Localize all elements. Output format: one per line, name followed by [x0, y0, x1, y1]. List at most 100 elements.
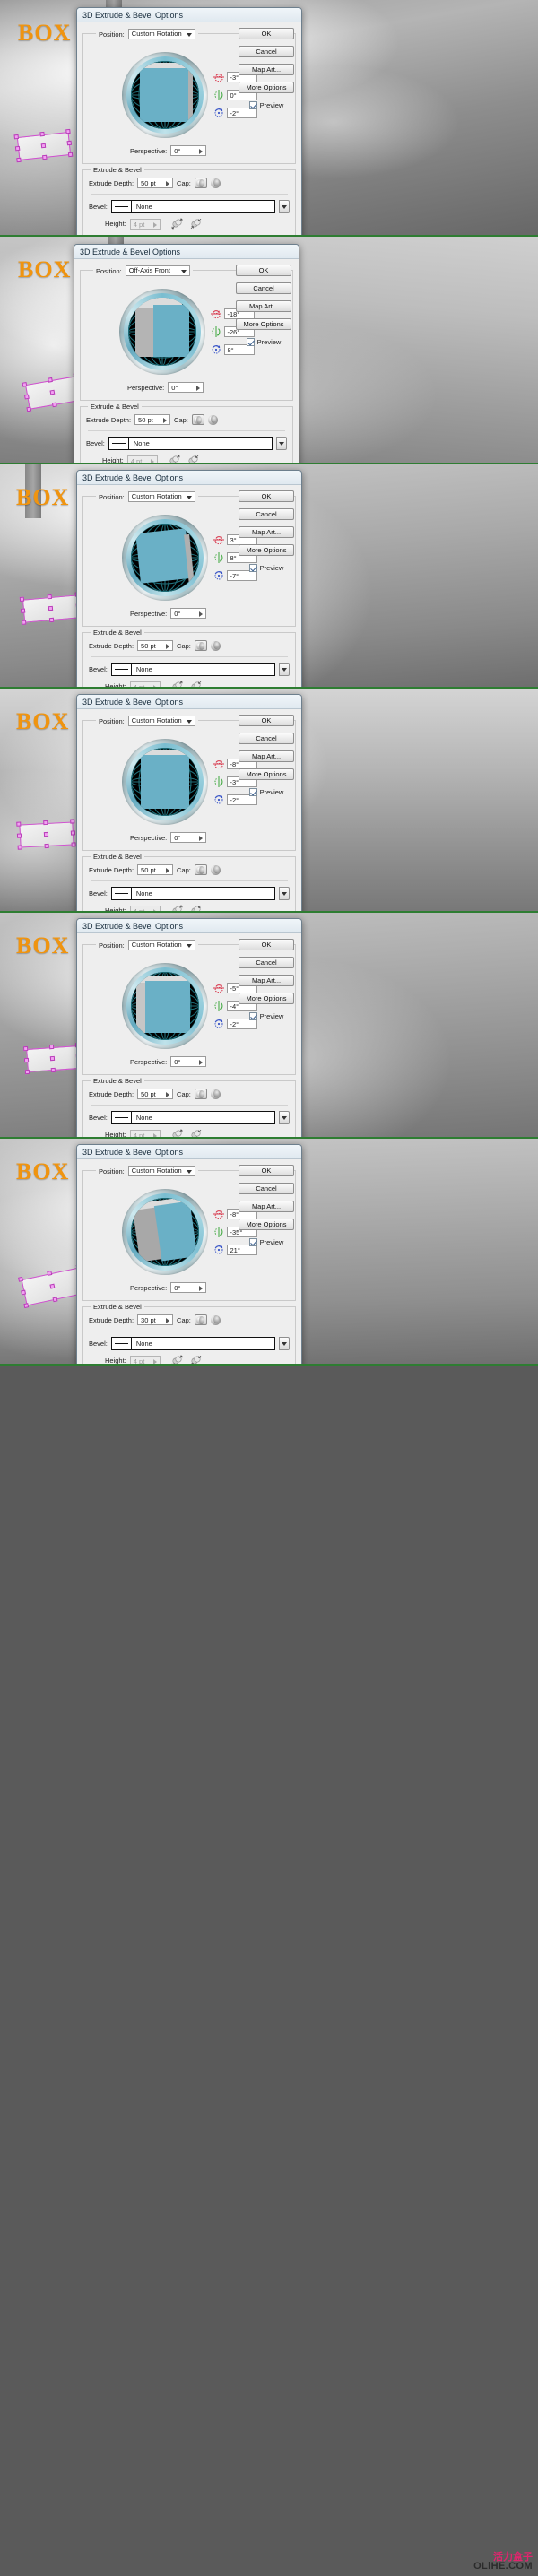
bevel-dropdown-button[interactable] — [279, 663, 290, 676]
map-art-button[interactable]: Map Art... — [239, 526, 294, 538]
bevel-extent-out-icon[interactable] — [169, 455, 180, 463]
more-options-button[interactable]: More Options — [239, 768, 294, 780]
rotation-trackball[interactable] — [121, 515, 208, 601]
extrude-depth-input[interactable]: 50 pt — [137, 864, 174, 875]
3d-extrude-bevel-dialog[interactable]: 3D Extrude & Bevel Options Position: Cus… — [76, 1144, 302, 1364]
bevel-extent-in-icon[interactable] — [187, 455, 199, 463]
cap-hollow-icon[interactable] — [210, 1089, 221, 1099]
cancel-button[interactable]: Cancel — [239, 46, 294, 57]
selection-handle[interactable] — [22, 620, 27, 625]
extrude-depth-row[interactable]: Extrude Depth: 50 pt Cap: — [86, 414, 287, 425]
perspective-input[interactable]: 0° — [170, 1282, 207, 1293]
cap-solid-button[interactable] — [194, 178, 207, 188]
extrude-depth-row[interactable]: Extrude Depth: 50 pt Cap: — [89, 640, 290, 651]
preview-checkbox-row[interactable]: Preview — [236, 338, 291, 346]
spinner-arrow-icon[interactable] — [166, 644, 170, 649]
bevel-height-row[interactable]: Height: 4 pt — [89, 218, 290, 230]
bevel-row[interactable]: Bevel: None — [89, 1337, 290, 1350]
position-select[interactable]: Custom Rotation — [127, 491, 195, 502]
selection-handle[interactable] — [23, 394, 30, 400]
cap-hollow-icon[interactable] — [210, 178, 221, 188]
selection-handle[interactable] — [47, 594, 53, 600]
selection-handle[interactable] — [17, 845, 22, 850]
cancel-button[interactable]: Cancel — [239, 733, 294, 744]
bevel-dropdown-button[interactable] — [279, 1111, 290, 1124]
cap-hollow-icon[interactable] — [210, 1314, 221, 1325]
3d-extrude-bevel-dialog[interactable]: 3D Extrude & Bevel Options Position: Off… — [74, 244, 299, 463]
extrude-depth-row[interactable]: Extrude Depth: 50 pt Cap: — [89, 864, 290, 875]
preview-checkbox[interactable] — [246, 338, 255, 346]
bevel-select[interactable]: None — [110, 1337, 275, 1350]
cancel-button[interactable]: Cancel — [239, 508, 294, 520]
bevel-row[interactable]: Bevel: None — [89, 200, 290, 213]
extrude-depth-row[interactable]: Extrude Depth: 50 pt Cap: — [89, 1089, 290, 1099]
cancel-button[interactable]: Cancel — [239, 1183, 294, 1194]
selection-handle[interactable] — [52, 1297, 58, 1303]
rotation-trackball[interactable] — [118, 289, 205, 375]
selection-handle[interactable] — [43, 831, 49, 837]
selected-artwork-rectangle[interactable] — [19, 592, 82, 625]
ok-button[interactable]: OK — [239, 715, 294, 726]
bevel-extent-in-icon[interactable] — [190, 681, 202, 687]
spinner-arrow-icon[interactable] — [166, 1092, 170, 1097]
selection-handle[interactable] — [49, 1055, 56, 1062]
spinner-arrow-icon[interactable] — [199, 836, 204, 841]
spinner-arrow-icon[interactable] — [199, 149, 204, 154]
spinner-arrow-icon[interactable] — [199, 1286, 204, 1291]
selection-handle[interactable] — [13, 134, 19, 140]
more-options-button[interactable]: More Options — [239, 82, 294, 93]
perspective-input[interactable]: 0° — [170, 608, 207, 619]
selection-handle[interactable] — [18, 1276, 23, 1282]
selection-handle[interactable] — [39, 131, 45, 137]
extrude-depth-input[interactable]: 30 pt — [137, 1314, 174, 1325]
spinner-arrow-icon[interactable] — [199, 1060, 204, 1065]
spinner-arrow-icon[interactable] — [166, 868, 170, 873]
perspective-row[interactable]: Perspective: 0° — [89, 608, 290, 619]
selection-handle[interactable] — [49, 1283, 56, 1289]
perspective-row[interactable]: Perspective: 0° — [89, 145, 290, 156]
perspective-row[interactable]: Perspective: 0° — [89, 1056, 290, 1067]
bevel-extent-in-icon[interactable] — [190, 1129, 202, 1137]
perspective-input[interactable]: 0° — [170, 832, 207, 843]
ok-button[interactable]: OK — [239, 28, 294, 39]
selection-handle[interactable] — [44, 843, 49, 849]
selection-handle[interactable] — [16, 157, 22, 163]
selection-handle[interactable] — [23, 1057, 30, 1063]
perspective-input[interactable]: 0° — [168, 382, 204, 393]
bevel-height-row[interactable]: Height: 4 pt — [89, 1355, 290, 1364]
preview-checkbox-row[interactable]: Preview — [239, 788, 294, 796]
preview-checkbox-row[interactable]: Preview — [239, 564, 294, 572]
cancel-button[interactable]: Cancel — [236, 282, 291, 294]
bevel-height-row[interactable]: Height: 4 pt — [86, 455, 287, 463]
bevel-select[interactable]: None — [110, 1111, 275, 1124]
selection-handle[interactable] — [51, 402, 57, 408]
position-select[interactable]: Custom Rotation — [127, 29, 195, 39]
selected-artwork-rectangle[interactable] — [22, 1042, 82, 1075]
3d-extrude-bevel-dialog[interactable]: 3D Extrude & Bevel Options Position: Cus… — [76, 7, 302, 235]
ok-button[interactable]: OK — [239, 1165, 294, 1176]
bevel-extent-out-icon[interactable] — [171, 905, 183, 911]
extrude-depth-row[interactable]: Extrude Depth: 50 pt Cap: — [89, 178, 290, 188]
perspective-row[interactable]: Perspective: 0° — [86, 382, 287, 393]
bevel-dropdown-button[interactable] — [279, 887, 290, 900]
selection-handle[interactable] — [43, 820, 48, 826]
bevel-dropdown-button[interactable] — [279, 200, 290, 213]
bevel-extent-out-icon[interactable] — [171, 218, 183, 230]
spinner-arrow-icon[interactable] — [163, 418, 168, 423]
cap-solid-button[interactable] — [191, 414, 204, 425]
cap-solid-button[interactable] — [194, 640, 207, 651]
bevel-extent-in-icon[interactable] — [190, 218, 202, 230]
preview-checkbox[interactable] — [248, 564, 257, 572]
selection-handle[interactable] — [67, 152, 74, 158]
map-art-button[interactable]: Map Art... — [239, 975, 294, 986]
selection-handle[interactable] — [22, 381, 28, 387]
bevel-row[interactable]: Bevel: None — [89, 663, 290, 676]
bevel-extent-in-icon[interactable] — [190, 905, 202, 911]
cap-hollow-icon[interactable] — [210, 864, 221, 875]
selection-handle[interactable] — [16, 833, 22, 838]
bevel-row[interactable]: Bevel: None — [89, 887, 290, 900]
extrude-depth-input[interactable]: 50 pt — [137, 640, 174, 651]
bevel-height-row[interactable]: Height: 4 pt — [89, 681, 290, 687]
ok-button[interactable]: OK — [239, 490, 294, 502]
selection-handle[interactable] — [20, 608, 26, 613]
